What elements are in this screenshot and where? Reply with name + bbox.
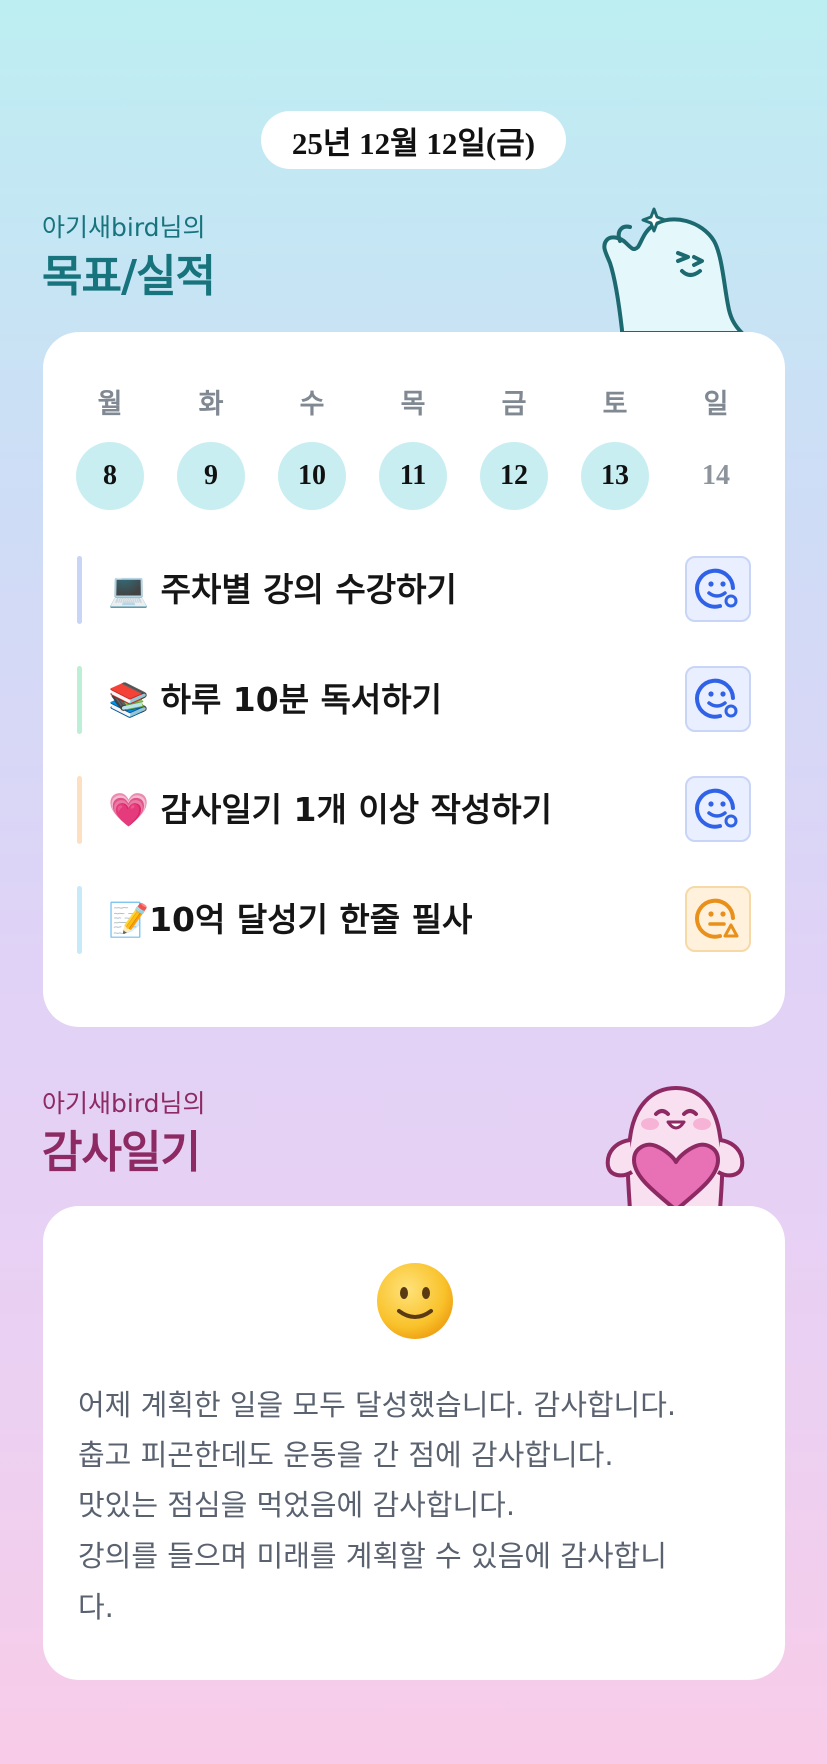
goal-color-bar bbox=[77, 556, 82, 624]
goal-status-button[interactable] bbox=[685, 776, 751, 842]
goal-status-button[interactable] bbox=[685, 666, 751, 732]
date-pill: 25년 12월 12일(금) bbox=[261, 111, 566, 169]
day-label-sat: 토 bbox=[602, 389, 628, 420]
goal-row[interactable]: 💻 주차별 강의 수강하기 bbox=[77, 556, 751, 624]
goal-text: 💻 주차별 강의 수강하기 bbox=[108, 556, 457, 624]
goal-label: 감사일기 1개 이상 작성하기 bbox=[160, 790, 552, 829]
day-date-mon[interactable]: 8 bbox=[76, 442, 144, 510]
goal-label: 하루 10분 독서하기 bbox=[160, 680, 443, 719]
laptop-icon: 💻 bbox=[108, 570, 150, 609]
goal-color-bar bbox=[77, 886, 82, 954]
books-icon: 📚 bbox=[108, 680, 150, 719]
goals-subtitle: 아기새bird님의 bbox=[42, 213, 206, 242]
day-label-thu: 목 bbox=[400, 389, 426, 420]
ghost-mascot-icon bbox=[602, 207, 744, 335]
day-date-fri[interactable]: 12 bbox=[480, 442, 548, 510]
achieved-face-icon bbox=[695, 678, 738, 719]
day-date-sat[interactable]: 13 bbox=[581, 442, 649, 510]
diary-line: 다. bbox=[78, 1590, 114, 1624]
goal-label: 주차별 강의 수강하기 bbox=[160, 570, 457, 609]
day-label-tue: 화 bbox=[198, 389, 224, 420]
goal-color-bar bbox=[77, 776, 82, 844]
date-text: 25년 12월 12일(금) bbox=[291, 125, 536, 161]
day-label-fri: 금 bbox=[501, 389, 527, 420]
day-label-sun: 일 bbox=[703, 389, 729, 420]
day-label-wed: 수 bbox=[299, 389, 325, 420]
partial-face-icon bbox=[695, 898, 739, 939]
heart-icon: 💗 bbox=[108, 790, 150, 829]
memo-icon: 📝 bbox=[108, 900, 150, 939]
diary-line: 강의를 들으며 미래를 계획할 수 있음에 감사합니 bbox=[78, 1539, 667, 1573]
goal-text: 📚 하루 10분 독서하기 bbox=[108, 666, 442, 734]
diary-line: 맛있는 점심을 먹었음에 감사합니다. bbox=[78, 1488, 516, 1522]
day-date-wed[interactable]: 10 bbox=[278, 442, 346, 510]
smiling-face-icon bbox=[377, 1263, 453, 1339]
goals-title: 목표/실적 bbox=[42, 251, 216, 302]
goal-status-button[interactable] bbox=[685, 556, 751, 622]
diary-title: 감사일기 bbox=[42, 1127, 201, 1178]
goal-color-bar bbox=[77, 666, 82, 734]
goal-row[interactable]: 📚 하루 10분 독서하기 bbox=[77, 666, 751, 734]
achieved-face-icon bbox=[695, 568, 738, 609]
day-date-tue[interactable]: 9 bbox=[177, 442, 245, 510]
diary-line: 어제 계획한 일을 모두 달성했습니다. 감사합니다. bbox=[78, 1388, 677, 1422]
goal-text: 📝10억 달성기 한줄 필사 bbox=[108, 886, 472, 954]
pink-mascot-icon bbox=[605, 1085, 745, 1210]
achieved-face-icon bbox=[695, 788, 738, 829]
diary-subtitle: 아기새bird님의 bbox=[42, 1089, 206, 1118]
day-date-thu[interactable]: 11 bbox=[379, 442, 447, 510]
day-label-mon: 월 bbox=[97, 389, 123, 420]
goal-text: 💗 감사일기 1개 이상 작성하기 bbox=[108, 776, 552, 844]
goal-row[interactable]: 💗 감사일기 1개 이상 작성하기 bbox=[77, 776, 751, 844]
goal-status-button[interactable] bbox=[685, 886, 751, 952]
day-date-sun[interactable]: 14 bbox=[682, 442, 750, 510]
goal-label: 10억 달성기 한줄 필사 bbox=[149, 900, 473, 939]
goal-row[interactable]: 📝10억 달성기 한줄 필사 bbox=[77, 886, 751, 954]
diary-line: 춥고 피곤한데도 운동을 간 점에 감사합니다. bbox=[78, 1438, 614, 1472]
